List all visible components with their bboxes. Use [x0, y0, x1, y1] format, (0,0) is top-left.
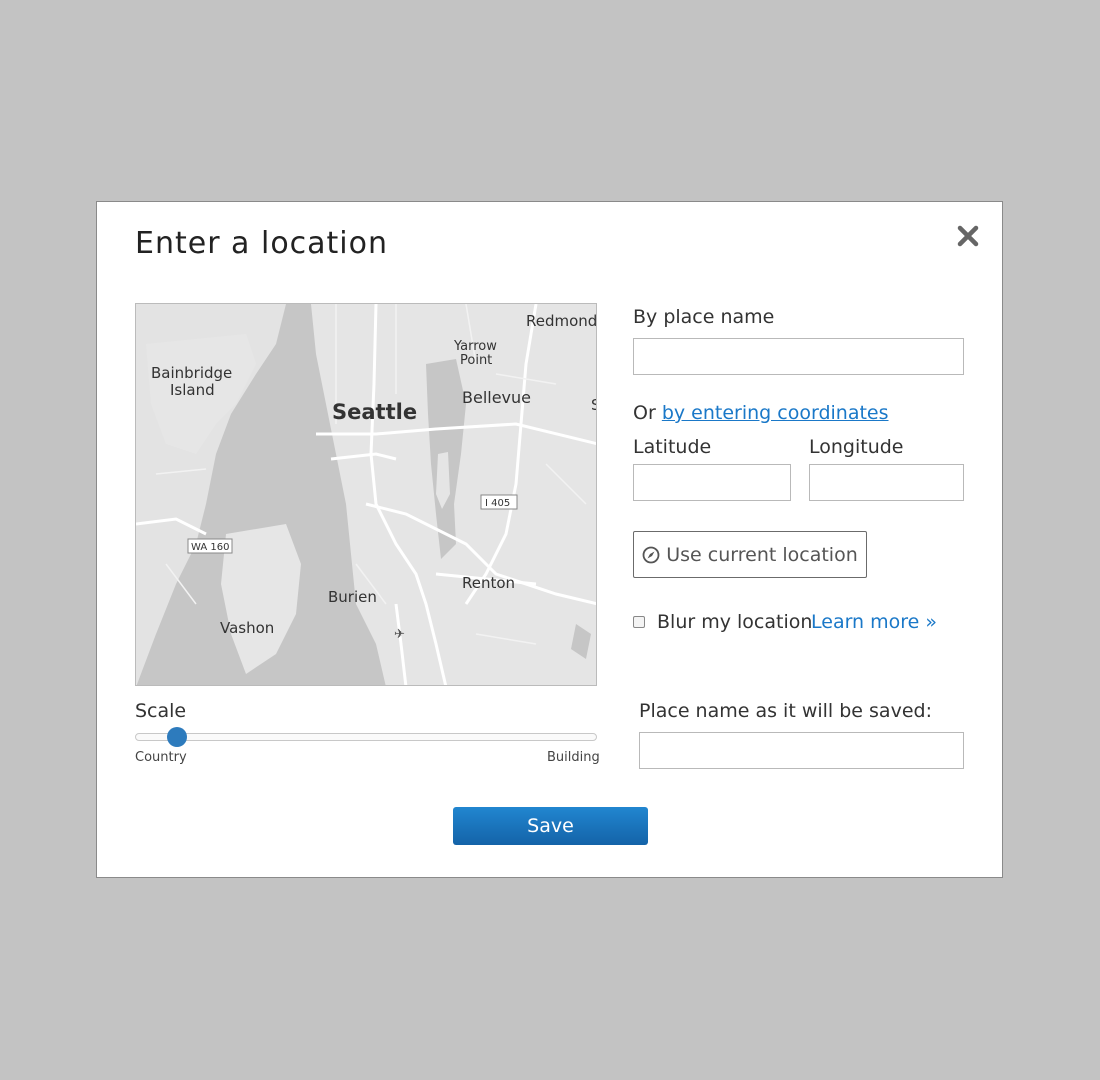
- dialog-title: Enter a location: [135, 226, 389, 261]
- scale-label: Scale: [135, 700, 187, 722]
- longitude-label: Longitude: [809, 436, 904, 458]
- saved-name-label: Place name as it will be saved:: [639, 700, 932, 722]
- close-icon[interactable]: [954, 222, 982, 250]
- map-label-bellevue: Bellevue: [462, 388, 531, 407]
- map-label-island: Island: [170, 381, 215, 399]
- blur-location-checkbox[interactable]: [633, 616, 645, 628]
- learn-more-link[interactable]: Learn more »: [811, 611, 937, 633]
- location-dialog: Enter a location Redmond Yarrow Point Ba…: [96, 201, 1003, 878]
- longitude-input[interactable]: [809, 464, 964, 501]
- compass-icon: [642, 546, 660, 563]
- scale-max-label: Building: [547, 750, 600, 765]
- map-label-yarrow: Yarrow: [453, 339, 497, 354]
- airport-icon: ✈: [394, 627, 405, 642]
- place-name-input[interactable]: [633, 338, 964, 375]
- or-text: Or: [633, 402, 656, 424]
- map-label-point: Point: [460, 353, 492, 368]
- scale-slider-thumb[interactable]: [166, 727, 187, 747]
- map-label-i405: I 405: [485, 498, 510, 509]
- latitude-label: Latitude: [633, 436, 712, 458]
- map-label-renton: Renton: [462, 574, 515, 592]
- map-label-seattle: Seattle: [332, 400, 417, 424]
- map-label-burien-2: Burien: [328, 588, 377, 606]
- use-current-location-button[interactable]: Use current location: [633, 531, 867, 578]
- blur-location-label: Blur my location: [657, 611, 813, 633]
- save-button[interactable]: Save: [453, 807, 648, 845]
- map-view[interactable]: Redmond Yarrow Point Bainbridge Island S…: [135, 303, 597, 686]
- scale-slider-track[interactable]: [135, 733, 597, 741]
- latitude-input[interactable]: [633, 464, 791, 501]
- enter-coordinates-link[interactable]: by entering coordinates: [662, 402, 889, 424]
- map-label-wa160: WA 160: [191, 542, 229, 553]
- use-current-location-label: Use current location: [666, 543, 858, 566]
- scale-min-label: Country: [135, 750, 187, 765]
- map-label-redmond: Redmond: [526, 312, 597, 330]
- map-label-vashon: Vashon: [220, 619, 274, 637]
- map-label-bainbridge: Bainbridge: [151, 364, 232, 382]
- map-label-s: S: [591, 396, 597, 414]
- place-name-label: By place name: [633, 306, 775, 328]
- saved-name-input[interactable]: [639, 732, 964, 769]
- coordinates-prompt: Or by entering coordinates: [633, 402, 889, 424]
